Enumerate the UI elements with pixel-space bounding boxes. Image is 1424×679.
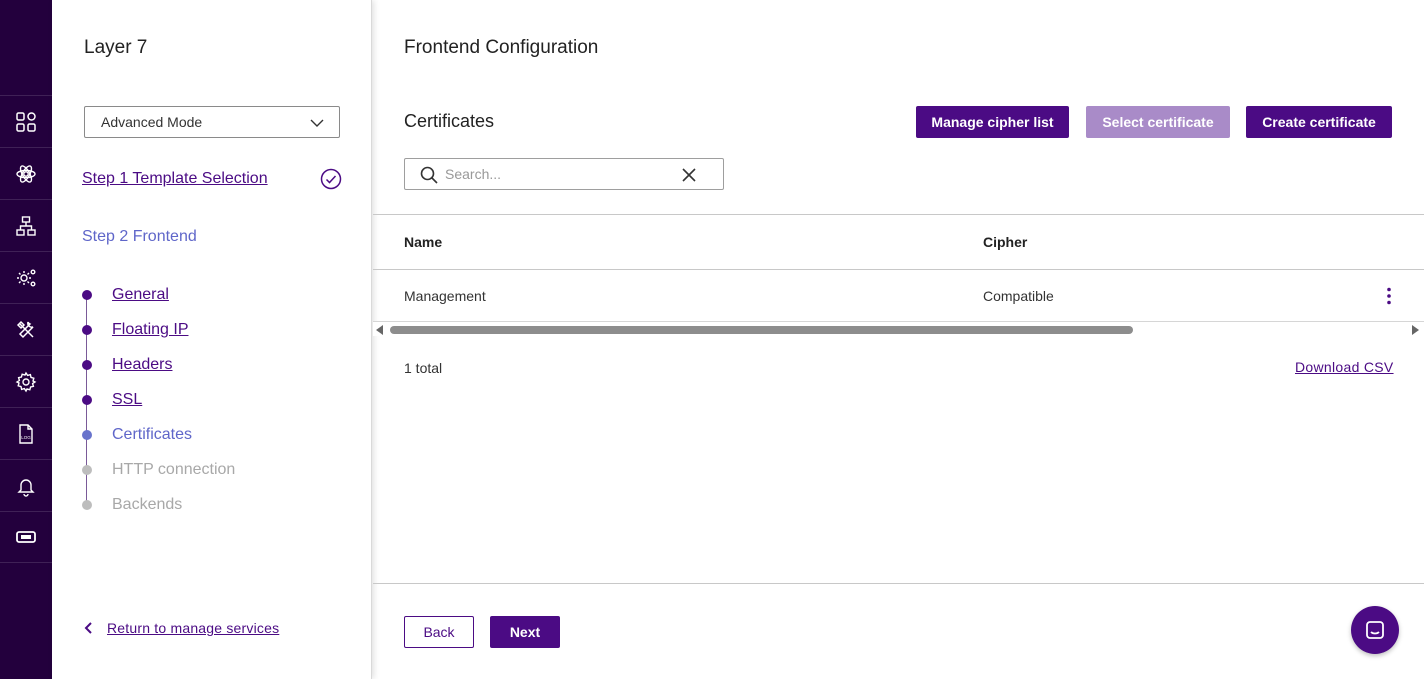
page-title: Frontend Configuration — [404, 37, 599, 58]
substep-dot-ssl — [82, 395, 92, 405]
substep-dot-certificates — [82, 430, 92, 440]
main-content: Frontend Configuration Certificates Mana… — [373, 0, 1424, 679]
search-input[interactable] — [445, 163, 665, 185]
table-header-border — [373, 269, 1424, 270]
app-rail: LOG — [0, 0, 52, 679]
check-circle-icon — [320, 168, 342, 190]
next-button[interactable]: Next — [490, 616, 560, 648]
chat-icon — [1366, 621, 1384, 639]
chevron-down-icon — [310, 119, 324, 127]
rail-item-services[interactable] — [0, 147, 52, 199]
log-icon-label: LOG — [21, 435, 31, 440]
grid-icon — [16, 111, 36, 132]
rail-item-automation[interactable] — [0, 251, 52, 303]
create-certificate-button[interactable]: Create certificate — [1246, 106, 1392, 138]
ticket-icon — [16, 531, 36, 543]
network-icon — [16, 215, 36, 236]
close-icon[interactable] — [679, 165, 699, 185]
scrollbar-thumb[interactable] — [390, 326, 1133, 334]
column-header-cipher[interactable]: Cipher — [983, 234, 1027, 250]
substep-http-connection: HTTP connection — [112, 461, 236, 478]
atom-icon — [16, 164, 36, 183]
return-link-label: Return to manage services — [107, 620, 280, 636]
column-header-name[interactable]: Name — [404, 234, 442, 250]
manage-cipher-list-button[interactable]: Manage cipher list — [916, 106, 1069, 138]
substep-dot-headers — [82, 360, 92, 370]
return-to-services-link[interactable]: Return to manage services — [82, 620, 279, 636]
mode-select[interactable]: Advanced Mode — [84, 106, 340, 138]
substep-floating-ip[interactable]: Floating IP — [112, 321, 188, 339]
substep-dot-http-connection — [82, 465, 92, 475]
wizard-title: Layer 7 — [84, 37, 148, 58]
chevron-left-icon — [84, 622, 92, 634]
mode-select-value: Advanced Mode — [101, 114, 203, 130]
substep-dot-backends — [82, 500, 92, 510]
substep-general[interactable]: General — [112, 286, 169, 304]
chat-launcher-button[interactable] — [1351, 606, 1399, 654]
table-top-border — [373, 214, 1424, 215]
substep-ssl[interactable]: SSL — [112, 391, 142, 409]
kebab-menu-icon[interactable] — [1383, 286, 1395, 306]
substep-dot-general — [82, 290, 92, 300]
total-count: 1 total — [404, 360, 443, 376]
rail-item-notifications[interactable] — [0, 459, 52, 511]
table-cell-name: Management — [404, 288, 486, 304]
rail-item-tickets[interactable] — [0, 511, 52, 563]
gear-cluster-icon — [17, 269, 36, 286]
horizontal-scrollbar[interactable] — [373, 322, 1424, 336]
step-2-label: Step 2 Frontend — [82, 228, 197, 245]
search-icon — [420, 166, 438, 184]
settings-gear-icon — [15, 371, 37, 392]
substep-headers[interactable]: Headers — [112, 356, 172, 374]
bell-icon — [17, 478, 35, 497]
step-1-link[interactable]: Step 1 Template Selection — [82, 170, 268, 188]
search-box — [404, 158, 724, 190]
tools-icon — [16, 320, 34, 338]
scroll-left-arrow-icon[interactable] — [376, 325, 384, 335]
rail-item-tools[interactable] — [0, 303, 52, 355]
substep-dot-floating-ip — [82, 325, 92, 335]
scroll-right-arrow-icon[interactable] — [1411, 325, 1419, 335]
substep-certificates: Certificates — [112, 426, 193, 443]
rail-item-settings[interactable] — [0, 355, 52, 407]
section-title: Certificates — [404, 111, 495, 131]
rail-item-network[interactable] — [0, 199, 52, 251]
log-file-icon: LOG — [19, 423, 33, 444]
table-cell-cipher: Compatible — [983, 288, 1054, 304]
download-csv-link[interactable]: Download CSV — [1295, 359, 1394, 375]
footer-divider — [373, 583, 1424, 584]
select-certificate-button[interactable]: Select certificate — [1086, 106, 1230, 138]
back-button[interactable]: Back — [404, 616, 474, 648]
wizard-panel: Layer 7 Advanced Mode Step 1 Template Se… — [52, 0, 372, 679]
rail-item-logs[interactable]: LOG — [0, 407, 52, 459]
substep-backends: Backends — [112, 496, 183, 513]
rail-item-dashboard[interactable] — [0, 95, 52, 147]
